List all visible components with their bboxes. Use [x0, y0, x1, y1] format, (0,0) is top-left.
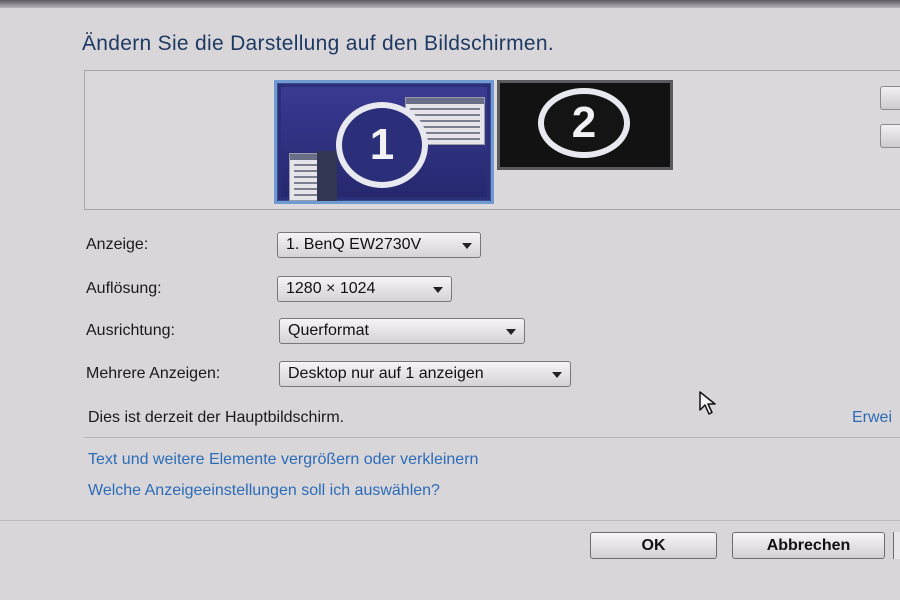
- display-dropdown[interactable]: 1. BenQ EW2730V: [277, 232, 481, 258]
- cancel-button[interactable]: Abbrechen: [732, 532, 885, 559]
- orientation-dropdown[interactable]: Querformat: [279, 318, 525, 344]
- display-dropdown-value: 1. BenQ EW2730V: [286, 236, 422, 253]
- orientation-dropdown-value: Querformat: [288, 322, 369, 339]
- resolution-dropdown[interactable]: 1280 × 1024: [277, 276, 452, 302]
- monitor-number-1: 1: [336, 102, 428, 188]
- multiple-displays-dropdown-value: Desktop nur auf 1 anzeigen: [288, 365, 484, 382]
- resolution-dropdown-value: 1280 × 1024: [286, 280, 376, 297]
- resolution-label: Auflösung:: [86, 280, 162, 297]
- apply-button-edge[interactable]: [893, 532, 900, 559]
- advanced-settings-link[interactable]: Erwei: [852, 409, 892, 427]
- chevron-down-icon: [506, 329, 516, 335]
- display-settings-help-link[interactable]: Welche Anzeigeeinstellungen soll ich aus…: [88, 482, 440, 500]
- divider: [84, 437, 900, 438]
- mini-window-titlebar: [406, 98, 484, 104]
- multiple-displays-dropdown[interactable]: Desktop nur auf 1 anzeigen: [279, 361, 571, 387]
- display-label: Anzeige:: [86, 236, 149, 253]
- chevron-down-icon: [462, 243, 472, 249]
- chevron-down-icon: [433, 287, 443, 293]
- multiple-displays-label: Mehrere Anzeigen:: [86, 365, 221, 382]
- footer-divider: [0, 520, 900, 521]
- mouse-cursor-icon: [699, 391, 716, 415]
- chevron-down-icon: [552, 372, 562, 378]
- orientation-label: Ausrichtung:: [86, 322, 175, 339]
- page-title: Ändern Sie die Darstellung auf den Bilds…: [82, 32, 554, 55]
- monitor-number-2: 2: [538, 88, 630, 158]
- detect-button[interactable]: [880, 86, 900, 110]
- ok-button[interactable]: OK: [590, 532, 717, 559]
- text-size-link[interactable]: Text und weitere Elemente vergrößern ode…: [88, 451, 478, 469]
- window-top-border: [0, 0, 900, 8]
- main-display-status: Dies ist derzeit der Hauptbildschirm.: [88, 409, 345, 426]
- identify-button[interactable]: [880, 124, 900, 148]
- mini-sidebar-preview: [317, 151, 337, 201]
